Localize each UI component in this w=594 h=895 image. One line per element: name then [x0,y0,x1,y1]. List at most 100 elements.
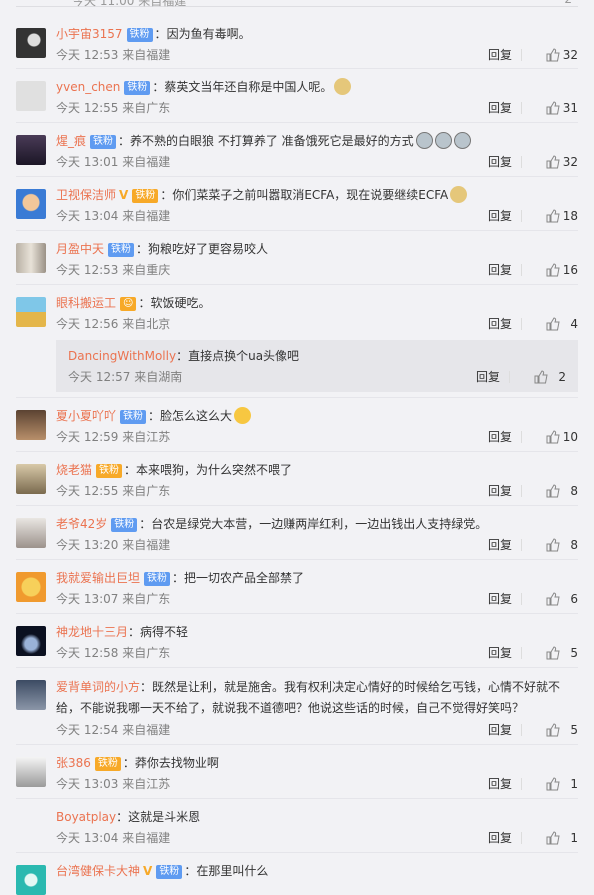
fan-badge: 铁粉 [144,572,171,586]
fan-badge: 铁粉 [132,189,159,203]
doge-emoji-icon [334,78,352,95]
comment-meta: 今天 13:04 来自福建 回复 1 [56,830,578,846]
comment-item: 小宇宙3157 铁粉 ：因为鱼有毒啊。 今天 12:53 来自福建 回复 32 [16,16,578,69]
divider [521,778,522,790]
divider [521,102,522,114]
username-link[interactable]: 张386 [56,756,91,770]
like-count: 1 [570,777,578,791]
previous-comment-fragment: 今天 11:00 来自福建 2 [16,0,578,8]
comment-content: 我就爱输出巨坦 铁粉 ：把一切农产品全部禁了 [56,571,305,586]
reply-button[interactable]: 回复 [488,722,512,738]
avatar[interactable] [16,518,46,548]
comment-text: 你们菜菜子之前叫嚣取消ECFA，现在说要继续ECFA [172,188,449,202]
comment-time: 今天 12:53 来自福建 [56,48,171,62]
reply-button[interactable]: 回复 [488,208,512,224]
reply-button[interactable]: 回复 [488,776,512,792]
reply-button[interactable]: 回复 [488,100,512,116]
fan-badge: 铁粉 [156,865,183,879]
reply-button[interactable]: 回复 [488,262,512,278]
divider [521,593,522,605]
reply-button[interactable]: 回复 [488,429,512,445]
username-link[interactable]: 烧老猫 [56,463,92,477]
avatar[interactable] [16,243,46,273]
comment-time: 今天 12:55 来自广东 [56,101,171,115]
username-link[interactable]: 眼科搬运工 [56,296,116,310]
reply-button[interactable]: 回复 [488,483,512,499]
avatar[interactable] [16,297,46,327]
divider [521,724,522,736]
username-link[interactable]: 我就爱输出巨坦 [56,571,140,585]
divider [521,832,522,844]
laughing-emoji-icon [234,407,252,424]
comment-item: 张386 铁粉 ：莽你去找物业啊 今天 13:03 来自江苏 回复 1 [16,745,578,799]
avatar[interactable] [16,28,46,58]
reply-button[interactable]: 回复 [488,830,512,846]
username-link[interactable]: 月盈中天 [56,242,104,256]
username-link[interactable]: 神龙地十三月 [56,625,128,639]
username-link[interactable]: 卫视保洁师 [56,188,116,202]
comment-text: 养不熟的白眼狼 不打算养了 准备饿死它是最好的方式 [130,134,414,148]
fan-badge-icon: ☺ [120,297,137,311]
comment-text: 软饭硬吃。 [150,296,211,310]
like-count: 8 [570,484,578,498]
comment-meta: 今天 12:54 来自福建 回复 5 [56,722,578,738]
reply-button[interactable]: 回复 [476,369,500,385]
sub-reply: DancingWithMolly：直接点换个ua头像吧 今天 12:57 来自湖… [56,340,578,392]
avatar[interactable] [16,757,46,787]
reply-button[interactable]: 回复 [488,154,512,170]
comment-item: 夏小夏吖吖 铁粉 ：脸怎么这么大 今天 12:59 来自江苏 回复 10 [16,398,578,452]
like-count: 16 [562,263,578,277]
username-link[interactable]: 夏小夏吖吖 [56,409,116,423]
like-count: 10 [562,430,578,444]
comment-content: 夏小夏吖吖 铁粉 ：脸怎么这么大 [56,407,578,425]
avatar[interactable] [16,464,46,494]
reply-button[interactable]: 回复 [488,537,512,553]
crying-emoji-icon [415,132,433,149]
username-link[interactable]: DancingWithMolly [68,349,176,363]
like-count: 18 [562,209,578,223]
comment-text: 因为鱼有毒啊。 [166,27,251,41]
comment-item: 卫视保洁师 V 铁粉 ：你们菜菜子之前叫嚣取消ECFA，现在说要继续ECFA 今天 1… [16,177,578,231]
username-link[interactable]: Boyatplay [56,810,116,824]
avatar[interactable] [16,135,46,165]
reply-button[interactable]: 回复 [488,316,512,332]
comment-time: 今天 13:04 来自福建 [56,831,171,845]
username-link[interactable]: yven_chen [56,80,120,94]
avatar[interactable] [16,410,46,440]
reply-button[interactable]: 回复 [488,47,512,63]
comment-time: 今天 12:58 来自广东 [56,646,171,660]
comment-content: 烧老猫 铁粉 ：本来喂狗，为什么突然不喂了 [56,463,293,478]
comment-content: 台湾健保卡大神 V 铁粉 ：在那里叫什么 [56,864,269,879]
avatar[interactable] [16,572,46,602]
comment-meta: 今天 13:04 来自福建 回复 18 [56,208,578,224]
comment-text: 狗粮吃好了更容易咬人 [148,242,269,256]
divider [521,156,522,168]
comment-meta: 今天 13:03 来自江苏 回复 1 [56,776,578,792]
fan-badge: 铁粉 [126,28,153,42]
verified-v-icon: V [143,864,153,878]
comment-text: 蔡英文当年还自称是中国人呢。 [164,80,333,94]
avatar[interactable] [16,680,46,710]
username-link[interactable]: 老爷42岁 [56,517,107,531]
reply-button[interactable]: 回复 [488,645,512,661]
fan-badge: 铁粉 [120,410,147,424]
like-count: 1 [570,831,578,845]
fan-badge: 铁粉 [96,464,123,478]
comment-item: 老爷42岁 铁粉 ：台农是绿党大本营，一边赚两岸红利，一边出钱出人支持绿党。 今天 … [16,506,578,560]
reply-button[interactable]: 回复 [488,591,512,607]
avatar[interactable] [16,189,46,219]
avatar[interactable] [16,865,46,895]
avatar[interactable] [16,81,46,111]
comment-time: 今天 12:54 来自福建 [56,723,171,737]
username-link[interactable]: 煋_痕 [56,134,86,148]
avatar[interactable] [16,626,46,656]
username-link[interactable]: 爱背单词的小方 [56,680,140,694]
comment-time: 今天 13:07 来自广东 [56,592,171,606]
fan-badge: 铁粉 [124,81,151,95]
comment-meta: 今天 12:56 来自北京 回复 4 [56,316,578,332]
comment-item: yven_chen 铁粉 ：蔡英文当年还自称是中国人呢。 今天 12:55 来自广东… [16,69,578,123]
username-link[interactable]: 台湾健保卡大神 [56,864,140,878]
fan-badge: 铁粉 [111,518,138,532]
username-link[interactable]: 小宇宙3157 [56,27,123,41]
comment-meta: 今天 13:20 来自福建 回复 8 [56,537,578,553]
